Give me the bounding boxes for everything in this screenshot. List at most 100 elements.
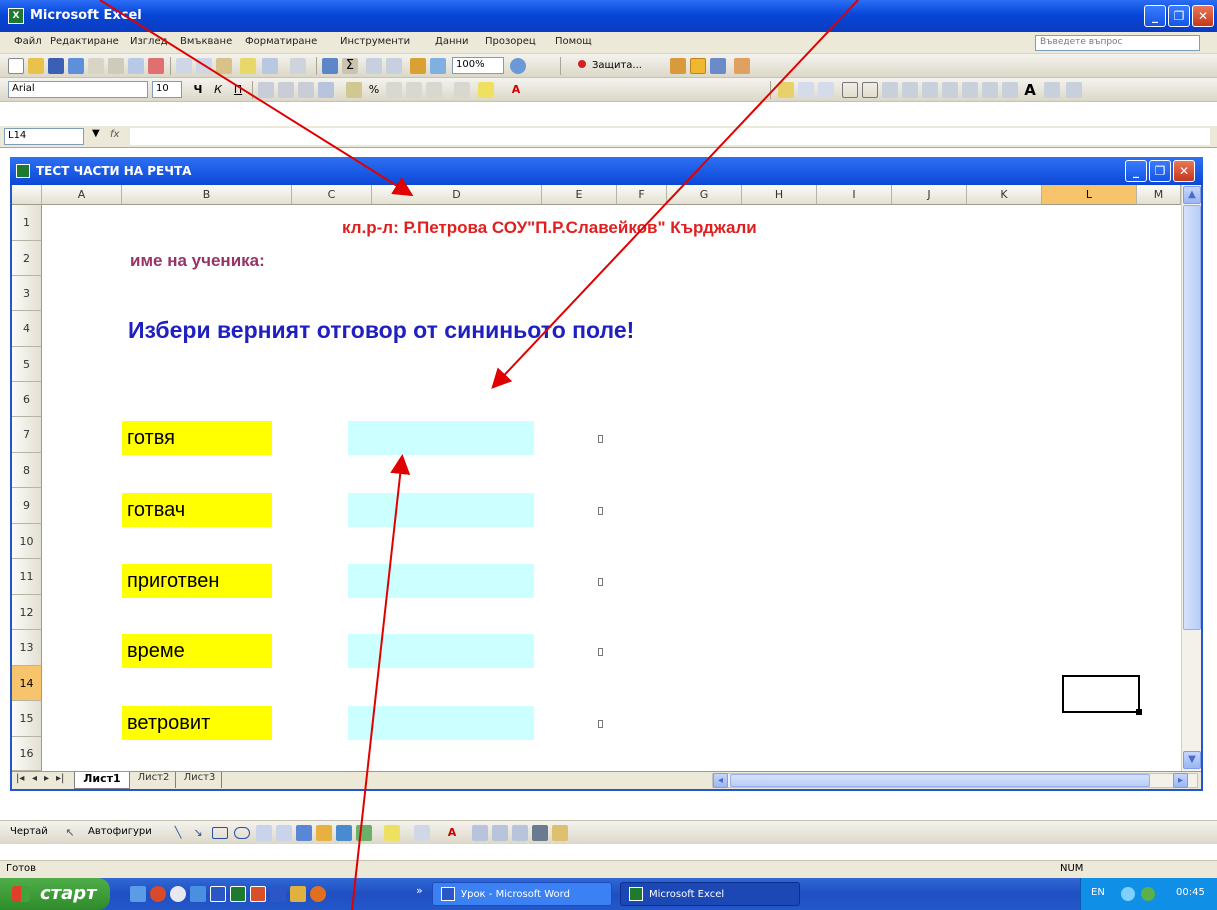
diagram-icon[interactable] [316,825,332,841]
app-title-bar[interactable]: X Microsoft Excel _ ❐ ✕ [0,0,1217,32]
currency-icon[interactable] [346,82,362,98]
minimize-button[interactable]: _ [1144,5,1166,27]
network-icon[interactable] [1121,887,1135,901]
protect-button[interactable]: Защита... [592,60,642,71]
workbook-restore-button[interactable]: ❐ [1149,160,1171,182]
language-indicator[interactable]: EN [1091,887,1105,898]
menu-edit[interactable]: Редактиране [50,36,119,47]
drawing-toggle-icon[interactable] [430,58,446,74]
redo-icon[interactable] [290,58,306,74]
row-header-4[interactable]: 4 [12,311,42,347]
percent-icon[interactable]: % [366,82,382,98]
row-header-9[interactable]: 9 [12,488,42,524]
menu-file[interactable]: Файл [14,36,42,47]
row-header-12[interactable]: 12 [12,595,42,630]
quicklaunch-messenger-icon[interactable] [170,886,186,902]
answer-dropdown-cell[interactable] [348,564,534,598]
autosum-icon[interactable]: Σ [342,58,358,74]
column-header-a[interactable]: A [42,185,122,205]
font-color-icon[interactable]: A [508,82,524,98]
control-properties-icon[interactable] [962,82,978,98]
workbook-title-bar[interactable]: ТЕСТ ЧАСТИ НА РЕЧТА _ ❐ ✕ [10,157,1203,185]
text-box-control-icon[interactable]: A [1022,82,1038,98]
selected-cell-l14[interactable] [1062,675,1140,713]
shapes-icon[interactable] [670,58,686,74]
cut-icon[interactable] [176,58,192,74]
group-box-icon[interactable] [798,82,814,98]
undo-icon[interactable] [262,58,278,74]
autoshapes-menu-button[interactable]: Автофигури [88,826,152,837]
draw-menu-button[interactable]: Чертай [10,826,48,837]
align-right-icon[interactable] [298,82,314,98]
fill-color-icon[interactable] [478,82,494,98]
answer-dropdown-cell[interactable] [348,634,534,668]
run-dialog-icon[interactable] [1066,82,1082,98]
quicklaunch-word-icon[interactable] [210,886,226,902]
align-center-icon[interactable] [278,82,294,98]
line-color-icon[interactable] [414,825,430,841]
reviewing-icon[interactable] [734,58,750,74]
column-header-l[interactable]: L [1042,185,1137,205]
quicklaunch-powerpoint-icon[interactable] [250,886,266,902]
formula-input[interactable] [130,128,1210,145]
arrow-style-icon[interactable] [512,825,528,841]
comma-style-icon[interactable] [386,82,402,98]
restore-button[interactable]: ❐ [1168,5,1190,27]
combo-box-icon[interactable] [902,82,918,98]
scroll-bar-control-icon[interactable] [922,82,938,98]
menu-help[interactable]: Помощ [555,36,592,47]
toggle-grid-icon[interactable] [1002,82,1018,98]
row-header-8[interactable]: 8 [12,453,42,488]
tab-sheet1[interactable]: Лист1 [74,772,130,789]
sort-descending-icon[interactable] [386,58,402,74]
row-header-5[interactable]: 5 [12,347,42,382]
quicklaunch-ie-icon[interactable] [190,886,206,902]
help-icon[interactable] [510,58,526,74]
column-header-j[interactable]: J [892,185,967,205]
print-preview-icon[interactable] [108,58,124,74]
paste-icon[interactable] [216,58,232,74]
format-painter-icon[interactable] [240,58,256,74]
vertical-scroll-thumb[interactable] [1183,205,1201,630]
task-excel[interactable]: Microsoft Excel [620,882,800,906]
row-header-7[interactable]: 7 [12,417,42,453]
image-control-icon[interactable] [1044,82,1060,98]
scroll-right-button[interactable]: ▸ [1173,773,1188,788]
column-header-i[interactable]: I [817,185,892,205]
decrease-decimal-icon[interactable] [426,82,442,98]
print-icon[interactable] [88,58,104,74]
column-header-g[interactable]: G [667,185,742,205]
control-toolbox-icon[interactable] [690,58,706,74]
column-header-c[interactable]: C [292,185,372,205]
row-header-2[interactable]: 2 [12,241,42,276]
quicklaunch-firefox-icon[interactable] [310,886,326,902]
tab-first-icon[interactable]: |◂ [16,773,24,784]
button-control-icon[interactable] [818,82,834,98]
rectangle-icon[interactable] [212,827,228,839]
vertical-text-box-icon[interactable] [276,825,292,841]
copy-icon[interactable] [196,58,212,74]
row-header-1[interactable]: 1 [12,205,42,241]
insert-picture-icon[interactable] [356,825,372,841]
oval-icon[interactable] [234,827,250,839]
workbook-minimize-button[interactable]: _ [1125,160,1147,182]
font-name-combo[interactable]: Arial [8,81,148,98]
quicklaunch-paint-icon[interactable] [290,886,306,902]
draw-font-color-icon[interactable]: A [444,825,460,841]
row-header-6[interactable]: 6 [12,382,42,417]
open-icon[interactable] [28,58,44,74]
label-control-icon[interactable] [778,82,794,98]
zoom-combo[interactable]: 100% [452,57,504,74]
menu-window[interactable]: Прозорец [485,36,536,47]
horizontal-scroll-thumb[interactable] [730,774,1150,787]
research-icon[interactable] [148,58,164,74]
tab-last-icon[interactable]: ▸| [56,773,64,784]
column-header-m[interactable]: M [1137,185,1181,205]
scroll-left-button[interactable]: ◂ [713,773,728,788]
dash-style-icon[interactable] [492,825,508,841]
column-header-b[interactable]: B [122,185,292,205]
menu-data[interactable]: Данни [435,36,469,47]
quicklaunch-more-icon[interactable]: » [416,884,423,897]
select-all-corner[interactable] [12,185,42,205]
row-header-11[interactable]: 11 [12,559,42,595]
